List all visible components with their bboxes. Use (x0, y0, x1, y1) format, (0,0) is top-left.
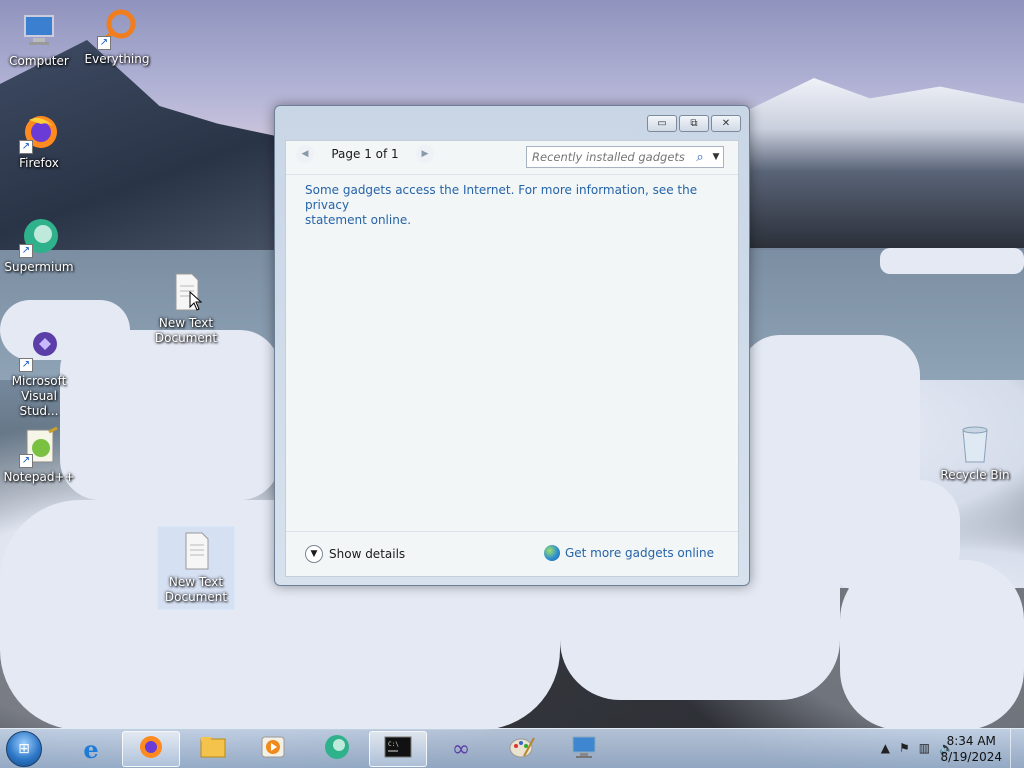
gadget-search-input[interactable] (527, 148, 691, 166)
taskbar-internet-explorer[interactable]: e (62, 731, 120, 767)
desktop-icon-label: Computer (9, 54, 69, 68)
svg-text:C:\: C:\ (388, 741, 399, 748)
mouse-cursor-icon (189, 290, 203, 314)
show-desktop-button[interactable] (1010, 729, 1024, 768)
supermium-icon (323, 733, 351, 766)
divider (286, 174, 738, 175)
visual-studio-icon: ∞ (451, 736, 471, 762)
show-details-label: Show details (329, 547, 406, 561)
gadget-gallery-window[interactable]: ▭ ⧉ ✕ ◀ Page 1 of 1 ▶ ⌕ ▼ Some gadgets a… (274, 105, 750, 586)
desktop-icon-supermium[interactable]: ↗ Supermium (0, 216, 78, 275)
file-explorer-icon (199, 735, 227, 764)
desktop-icon-new-text-document-selected[interactable]: New Text Document (157, 526, 235, 610)
shortcut-arrow-icon: ↗ (19, 454, 33, 468)
wallpaper-mountain-right (744, 78, 1024, 248)
desktop-icon-firefox[interactable]: ↗ Firefox (0, 112, 78, 171)
pager: ◀ Page 1 of 1 ▶ (296, 145, 434, 163)
computer-icon (19, 10, 59, 50)
window-controls: ▭ ⧉ ✕ (647, 115, 741, 132)
clock-time: 8:34 AM (946, 734, 996, 748)
recycle-bin-icon (955, 424, 995, 464)
shortcut-arrow-icon: ↗ (19, 244, 33, 258)
taskbar-remote-desktop[interactable] (555, 731, 613, 767)
remote-desktop-icon (570, 734, 598, 765)
desktop-icon-recycle-bin[interactable]: Recycle Bin (936, 424, 1014, 483)
wallpaper-ice (840, 560, 1024, 730)
command-prompt-icon: C:\ (384, 736, 412, 763)
taskbar-firefox[interactable] (122, 731, 180, 767)
desktop-icon-label: New Text Document (164, 575, 228, 604)
paint-icon (508, 734, 536, 765)
taskbar-command-prompt[interactable]: C:\ (369, 731, 427, 767)
get-more-gadgets-link[interactable]: Get more gadgets online (543, 545, 714, 561)
network-icon[interactable]: ▥ (919, 741, 930, 755)
previous-page-button[interactable]: ◀ (296, 145, 314, 163)
chevron-right-icon: ▶ (421, 149, 429, 159)
start-button[interactable]: ⊞ (6, 731, 42, 767)
close-icon: ✕ (721, 118, 731, 129)
firefox-icon: ↗ (19, 112, 59, 154)
clock-date: 8/19/2024 (940, 750, 1002, 764)
close-button[interactable]: ✕ (711, 115, 741, 132)
desktop-icon-label: Everything (84, 52, 150, 66)
desktop-icon-label: Microsoft Visual Stud... (11, 374, 67, 418)
taskbar-supermium[interactable] (308, 731, 366, 767)
text-document-icon (176, 531, 216, 571)
wallpaper-ice (880, 248, 1024, 274)
desktop-icon-label: Supermium (4, 260, 74, 274)
get-more-gadgets-label: Get more gadgets online (564, 546, 714, 560)
next-page-button[interactable]: ▶ (416, 145, 434, 163)
show-hidden-icons-icon[interactable]: ▲ (881, 741, 890, 755)
taskbar-media-player[interactable] (244, 731, 302, 767)
privacy-notice-line: statement online. (305, 213, 412, 227)
gadget-bottom-bar: ▼ Show details Get more gadgets online (286, 531, 738, 576)
minimize-icon: ▭ (657, 118, 667, 129)
desktop-icon-label: Firefox (19, 156, 59, 170)
desktop-icon-label: New Text Document (154, 316, 218, 345)
windows-logo-icon: ⊞ (18, 741, 30, 757)
desktop-icon-label: Recycle Bin (940, 468, 1010, 482)
taskbar-paint[interactable] (493, 731, 551, 767)
internet-explorer-icon: e (83, 734, 99, 764)
desktop-icon-new-text-document[interactable]: New Text Document (147, 272, 225, 346)
privacy-notice-link[interactable]: Some gadgets access the Internet. For mo… (305, 183, 715, 228)
minimize-button[interactable]: ▭ (647, 115, 677, 132)
desktop-icon-label: Notepad++ (3, 470, 75, 484)
restore-button[interactable]: ⧉ (679, 115, 709, 132)
desktop-icon-everything[interactable]: ↗ Everything (78, 8, 156, 67)
chevron-left-icon: ◀ (301, 149, 309, 159)
desktop-icon-notepad-plus-plus[interactable]: ↗ Notepad++ (0, 426, 78, 485)
taskbar-file-explorer[interactable] (184, 731, 242, 767)
chevron-down-icon[interactable]: ▼ (709, 152, 723, 162)
globe-icon (543, 545, 560, 561)
desktop-icon-visual-studio[interactable]: ↗ Microsoft Visual Stud... (0, 330, 78, 419)
visual-studio-icon: ↗ (19, 330, 59, 372)
shortcut-arrow-icon: ↗ (97, 36, 111, 50)
show-details-button[interactable]: ▼ Show details (305, 545, 405, 563)
desktop-icon-computer[interactable]: Computer (0, 10, 78, 69)
shortcut-arrow-icon: ↗ (19, 140, 33, 154)
taskbar: ⊞ e C:\ ∞ ▲ ⚑ ▥ 🔈 8:34 AM 8/19/2024 (0, 728, 1024, 768)
action-center-flag-icon[interactable]: ⚑ (899, 741, 910, 755)
privacy-notice-line: Some gadgets access the Internet. For mo… (305, 183, 698, 212)
media-player-icon (260, 734, 286, 765)
taskbar-visual-studio[interactable]: ∞ (432, 731, 490, 767)
gadget-panel: ◀ Page 1 of 1 ▶ ⌕ ▼ Some gadgets access … (285, 140, 739, 577)
search-icon[interactable]: ⌕ (691, 150, 709, 165)
notepad-plus-plus-icon: ↗ (19, 426, 59, 468)
supermium-icon: ↗ (19, 216, 59, 258)
restore-icon: ⧉ (690, 118, 698, 129)
shortcut-arrow-icon: ↗ (19, 358, 33, 372)
everything-search-icon: ↗ (97, 8, 137, 50)
page-indicator: Page 1 of 1 (331, 147, 399, 161)
gadget-search-box: ⌕ ▼ (526, 146, 724, 168)
system-clock[interactable]: 8:34 AM 8/19/2024 (940, 733, 1002, 765)
firefox-icon (138, 734, 164, 765)
chevron-down-icon: ▼ (305, 545, 323, 563)
